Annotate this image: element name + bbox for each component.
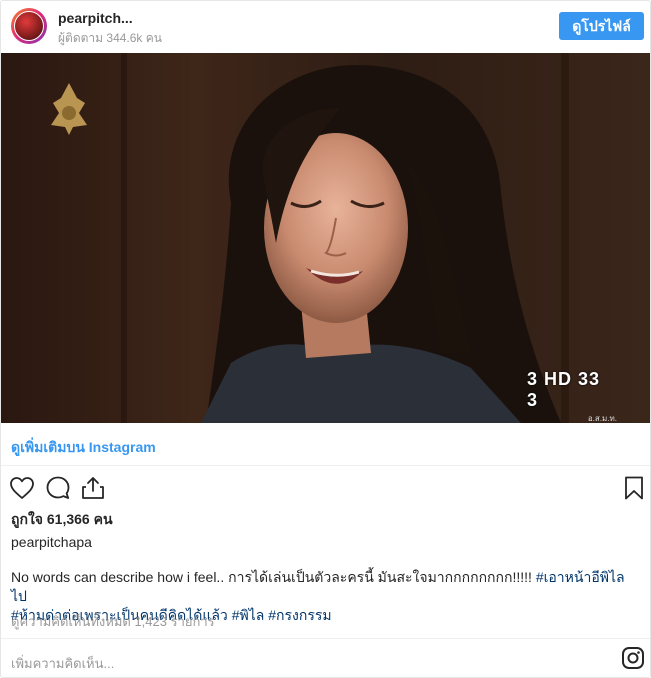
username[interactable]: pearpitch... (58, 10, 133, 26)
channel-badge: 3 HD 33 3 (527, 369, 601, 410)
avatar[interactable] (11, 8, 47, 44)
instagram-logo-icon[interactable] (621, 646, 645, 670)
add-comment-input[interactable]: เพิ่มความคิดเห็น... (11, 653, 114, 674)
share-icon[interactable] (80, 475, 106, 501)
like-count[interactable]: ถูกใจ 61,366 คน (11, 509, 113, 531)
channel-3-logo: 3 HD 33 3 อ.ส.ม.ท. (527, 369, 617, 423)
follower-count: ผู้ติดตาม 344.6k คน (58, 31, 162, 45)
view-more-on-instagram-link[interactable]: ดูเพิ่มเติมบน Instagram (11, 437, 156, 459)
divider (1, 638, 650, 639)
avatar-image (14, 11, 44, 41)
caption-text: No words can describe how i feel.. การได… (11, 569, 536, 585)
divider (1, 465, 650, 466)
comment-icon[interactable] (45, 475, 71, 501)
instagram-embed-card: pearpitch... ผู้ติดตาม 344.6k คน ดูโปรไฟ… (0, 0, 651, 678)
hashtag[interactable]: #กรงกรรม (268, 607, 331, 623)
photo-illustration (1, 53, 650, 423)
post-header: pearpitch... ผู้ติดตาม 344.6k คน ดูโปรไฟ… (1, 1, 650, 53)
view-all-comments-link[interactable]: ดูความคิดเห็นทั้งหมด 1,423 รายการ (11, 611, 215, 632)
bookmark-icon[interactable] (621, 475, 647, 501)
post-photo[interactable]: 3 HD 33 3 อ.ส.ม.ท. (1, 53, 650, 423)
hashtag[interactable]: #พิไล (232, 607, 265, 623)
poster-username[interactable]: pearpitchapa (11, 534, 92, 550)
view-profile-button[interactable]: ดูโปรไฟล์ (559, 12, 644, 40)
heart-icon[interactable] (9, 475, 35, 501)
channel-caption: อ.ส.ม.ท. (587, 414, 617, 423)
